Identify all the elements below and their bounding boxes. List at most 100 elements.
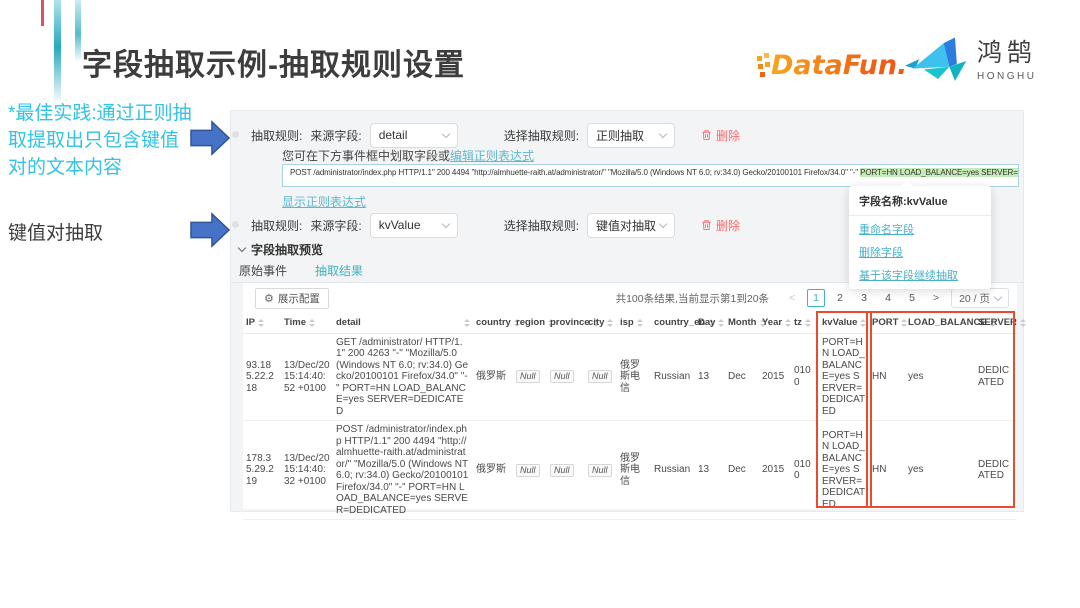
delete-rule-button[interactable]: 删除	[701, 217, 740, 234]
chevron-down-icon	[441, 129, 449, 137]
page-title: 字段抽取示例-抽取规则设置	[82, 40, 465, 84]
cell-year: 2015	[759, 421, 791, 520]
chevron-down-icon	[441, 219, 449, 227]
select-value: kvValue	[379, 218, 421, 232]
cell-isp: 俄罗斯电信	[617, 333, 651, 421]
right-arrow-icon	[190, 118, 230, 158]
sort-icon[interactable]	[901, 316, 907, 330]
bird-icon	[905, 36, 971, 88]
rule-type-select[interactable]: 键值对抽取	[587, 213, 675, 238]
source-field-select[interactable]: kvValue	[370, 213, 458, 238]
sort-icon[interactable]	[718, 316, 724, 330]
col-kvvalue[interactable]: kvValue	[819, 313, 869, 333]
cell-month: Dec	[725, 333, 759, 421]
table-row: 178.35.29.219 13/Dec/2015:14:40:32 +0100…	[243, 421, 1017, 520]
null-badge: Null	[588, 464, 612, 477]
show-regex-link[interactable]: 显示正则表达式	[282, 193, 366, 210]
tab-extraction-results[interactable]: 抽取结果	[315, 262, 363, 282]
display-config-label: 展示配置	[278, 291, 320, 306]
col-ip[interactable]: IP	[243, 313, 281, 333]
col-time[interactable]: Time	[281, 313, 333, 333]
sort-icon[interactable]	[464, 316, 470, 330]
next-page-button[interactable]: >	[927, 289, 945, 307]
col-country[interactable]: country	[473, 313, 513, 333]
cell-server: DEDICATED	[975, 333, 1017, 421]
sort-icon[interactable]	[860, 316, 866, 330]
preview-section-header[interactable]: 字段抽取预览	[239, 241, 323, 258]
cell-tz: 0100	[791, 421, 819, 520]
page-size-select[interactable]: 20 / 页	[951, 288, 1009, 308]
cell-country: 俄罗斯	[473, 421, 513, 520]
col-country-en[interactable]: country_en	[651, 313, 695, 333]
rule-marker-dot	[232, 131, 239, 138]
select-value: 正则抽取	[596, 127, 644, 144]
prev-page-button[interactable]: <	[783, 289, 801, 307]
col-tz[interactable]: tz	[791, 313, 819, 333]
page-button-1[interactable]: 1	[807, 289, 825, 307]
sort-icon[interactable]	[258, 316, 264, 330]
cell-server: DEDICATED	[975, 421, 1017, 520]
delete-field-link[interactable]: 删除字段	[849, 239, 991, 262]
col-server[interactable]: SERVER	[975, 313, 1017, 333]
sort-icon[interactable]	[637, 316, 643, 330]
cell-city: Null	[585, 333, 617, 421]
col-isp[interactable]: isp	[617, 313, 651, 333]
cell-province: Null	[547, 333, 585, 421]
col-month[interactable]: Month	[725, 313, 759, 333]
page-button-3[interactable]: 3	[855, 289, 873, 307]
honghu-wordmark: 鸿鹄 HONGHU	[977, 40, 1037, 84]
slide: 字段抽取示例-抽取规则设置 DataFun. 鸿鹄 HONGHU *最佳实践:通…	[0, 0, 1080, 608]
datafun-logo: DataFun.	[755, 50, 907, 81]
sort-icon[interactable]	[785, 316, 791, 330]
selection-hint: 您可在下方事件框中划取字段或编辑正则表达式	[282, 147, 534, 164]
cell-city: Null	[585, 421, 617, 520]
right-arrow-icon	[190, 210, 230, 250]
pagination: 共100条结果,当前显示第1到20条 < 1 2 3 4 5 > 20 / 页	[616, 288, 1009, 308]
kv-extraction-note: 键值对抽取	[8, 218, 103, 245]
gear-icon: ⚙	[264, 293, 274, 304]
rule-marker-dot	[232, 221, 239, 228]
col-detail[interactable]: detail	[333, 313, 473, 333]
sort-icon[interactable]	[607, 316, 613, 330]
honghu-cn-label: 鸿鹄	[977, 40, 1037, 66]
cell-region: Null	[513, 333, 547, 421]
sort-icon[interactable]	[309, 316, 315, 330]
preview-section-title: 字段抽取预览	[251, 241, 323, 258]
col-city[interactable]: city	[585, 313, 617, 333]
cell-ip: 93.185.22.218	[243, 333, 281, 421]
cell-kvvalue: PORT=HN LOAD_BALANCE=yes SERVER=DEDICATE…	[819, 421, 869, 520]
cell-country-en: Russian	[651, 421, 695, 520]
page-button-2[interactable]: 2	[831, 289, 849, 307]
red-accent-bar	[41, 0, 44, 26]
page-button-5[interactable]: 5	[903, 289, 921, 307]
null-badge: Null	[550, 370, 574, 383]
extraction-settings-panel: 抽取规则: 来源字段: detail 选择抽取规则: 正则抽取 删除 您可在下方…	[230, 110, 1024, 512]
cell-region: Null	[513, 421, 547, 520]
null-badge: Null	[516, 370, 540, 383]
cell-day: 13	[695, 421, 725, 520]
col-port[interactable]: PORT	[869, 313, 905, 333]
results-table: IP Time detail country region province c…	[243, 313, 1017, 520]
extract-from-field-link[interactable]: 基于该字段继续抽取	[849, 262, 991, 285]
cell-port: HN	[869, 421, 905, 520]
edit-regex-link[interactable]: 编辑正则表达式	[450, 149, 534, 163]
cell-ip: 178.35.29.219	[243, 421, 281, 520]
chevron-down-icon	[659, 129, 667, 137]
sort-icon[interactable]	[1020, 316, 1026, 330]
cell-year: 2015	[759, 333, 791, 421]
rename-field-link[interactable]: 重命名字段	[849, 216, 991, 239]
rule-type-select[interactable]: 正则抽取	[587, 123, 675, 148]
sample-log-highlight[interactable]: PORT=HN LOAD_BALANCE=yes SERVER=DEDICATE…	[860, 168, 1019, 177]
sort-icon[interactable]	[805, 316, 811, 330]
collapse-chevron-icon	[238, 244, 246, 252]
table-row: 93.185.22.218 13/Dec/2015:14:40:52 +0100…	[243, 333, 1017, 421]
delete-rule-button[interactable]: 删除	[701, 127, 740, 144]
tab-original-events[interactable]: 原始事件	[239, 262, 287, 282]
col-load-balance[interactable]: LOAD_BALANCE	[905, 313, 975, 333]
source-field-select[interactable]: detail	[370, 123, 458, 148]
chevron-down-icon	[659, 219, 667, 227]
page-button-4[interactable]: 4	[879, 289, 897, 307]
rule-type-label: 选择抽取规则:	[504, 127, 579, 144]
cell-detail: GET /administrator/ HTTP/1.1" 200 4263 "…	[333, 333, 473, 421]
display-config-button[interactable]: ⚙ 展示配置	[255, 288, 329, 309]
